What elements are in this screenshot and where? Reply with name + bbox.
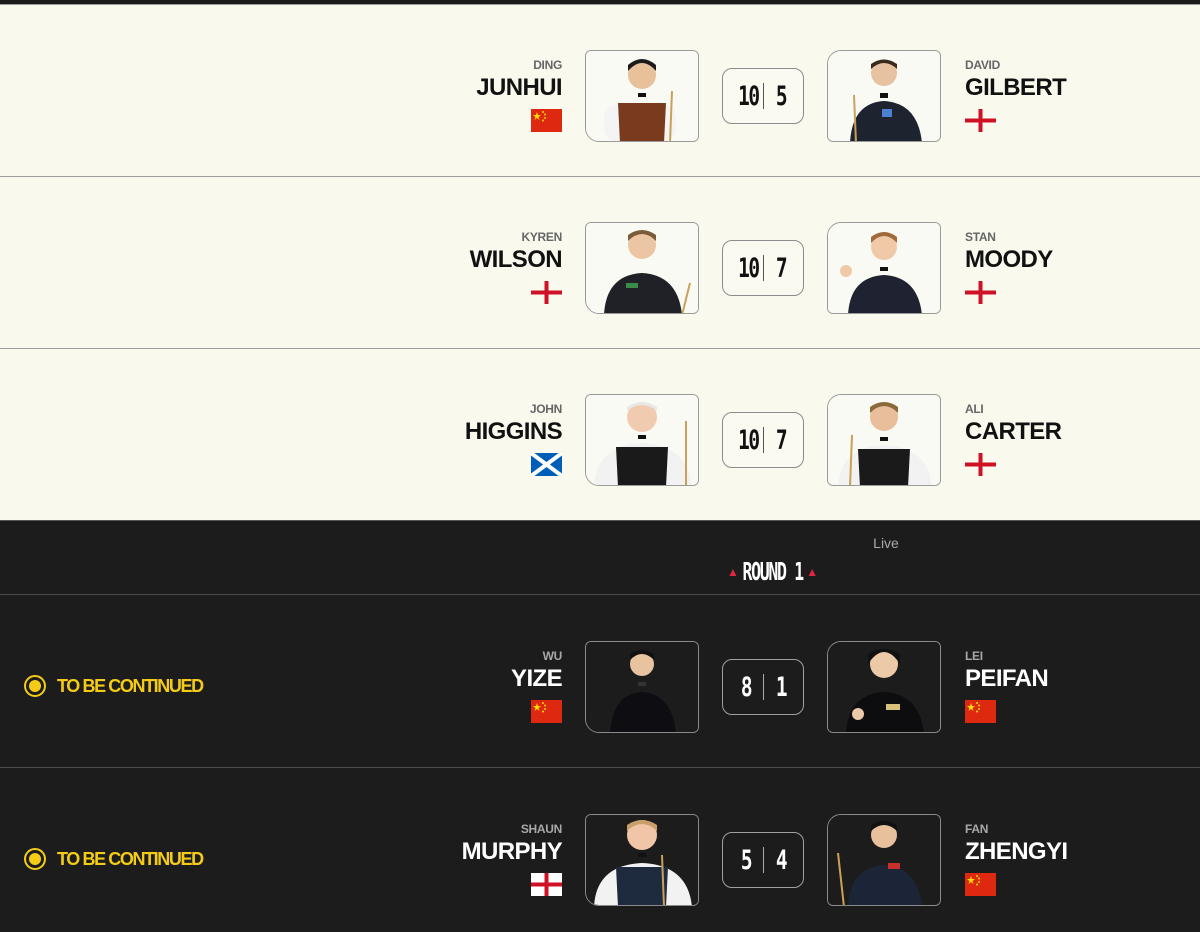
player-last-name: YIZE (511, 665, 563, 692)
status-dot-icon (24, 675, 46, 697)
round-title[interactable]: ▲ ROUND 1 ▲ (727, 557, 818, 586)
score-right: 5 (775, 80, 787, 112)
score-divider (762, 847, 764, 873)
player-left[interactable]: JOHN HIGGINS (464, 402, 563, 476)
player-last-name: ZHENGYI (965, 838, 1068, 865)
score-right: 4 (775, 844, 787, 876)
match-row[interactable]: JOHN HIGGINS 10 7 ALI CARTER (0, 348, 1200, 520)
score-left: 5 (740, 844, 752, 876)
player-first-name: WU (542, 649, 563, 663)
china-flag-icon (965, 873, 996, 896)
player-photo (827, 222, 941, 314)
match-row[interactable]: KYREN WILSON 10 7 STAN MOODY (0, 176, 1200, 348)
player-photo (827, 641, 941, 733)
score-divider (762, 83, 764, 109)
england-flag-icon (965, 453, 996, 476)
player-last-name: MURPHY (461, 838, 563, 865)
status-dot-icon (24, 848, 46, 870)
player-first-name: SHAUN (520, 822, 562, 836)
player-last-name: JUNHUI (476, 74, 562, 101)
player-photo (585, 394, 699, 486)
match-score: 8 1 (722, 659, 804, 715)
score-right: 1 (775, 671, 787, 703)
england-flag-icon (965, 281, 996, 304)
player-first-name: JOHN (529, 402, 562, 416)
player-first-name: DING (533, 58, 562, 72)
player-photo (827, 50, 941, 142)
match-score: 10 5 (722, 68, 804, 124)
player-first-name: ALI (965, 402, 984, 416)
player-right[interactable]: FAN ZHENGYI (965, 822, 1068, 896)
player-left[interactable]: SHAUN MURPHY (461, 822, 563, 896)
match-row[interactable]: TO BE CONTINUED WU YIZE 8 1 LEI PEIFAN (0, 594, 1200, 767)
round-label: ROUND 1 (742, 557, 804, 586)
player-right[interactable]: DAVID GILBERT (965, 58, 1067, 132)
player-first-name: KYREN (521, 230, 562, 244)
player-right[interactable]: ALI CARTER (965, 402, 1062, 476)
player-first-name: FAN (965, 822, 989, 836)
player-left[interactable]: DING JUNHUI (476, 58, 563, 132)
player-first-name: LEI (965, 649, 983, 663)
player-photo (827, 814, 941, 906)
match-score: 10 7 (722, 412, 804, 468)
player-last-name: GILBERT (965, 74, 1067, 101)
china-flag-icon (965, 700, 996, 723)
scotland-flag-icon (531, 453, 562, 476)
player-photo (585, 222, 699, 314)
player-last-name: HIGGINS (464, 418, 563, 445)
match-row[interactable]: TO BE CONTINUED SHAUN MURPHY 5 4 FAN ZHE… (0, 767, 1200, 932)
player-left[interactable]: WU YIZE (511, 649, 563, 723)
match-status: TO BE CONTINUED (24, 848, 204, 870)
player-last-name: CARTER (965, 418, 1062, 445)
score-left: 10 (737, 252, 760, 284)
score-divider (762, 674, 764, 700)
player-photo (827, 394, 941, 486)
player-first-name: DAVID (965, 58, 1000, 72)
score-right: 7 (775, 424, 787, 456)
score-divider (762, 255, 764, 281)
triangle-up-icon: ▲ (727, 564, 739, 579)
player-first-name: STAN (965, 230, 996, 244)
score-left: 10 (737, 424, 760, 456)
player-photo (585, 50, 699, 142)
match-score: 10 7 (722, 240, 804, 296)
score-right: 7 (775, 252, 787, 284)
player-last-name: MOODY (965, 246, 1053, 273)
player-right[interactable]: LEI PEIFAN (965, 649, 1049, 723)
england-flag-icon (965, 109, 996, 132)
status-label: TO BE CONTINUED (57, 848, 204, 869)
match-score: 5 4 (722, 832, 804, 888)
score-divider (762, 427, 764, 453)
player-right[interactable]: STAN MOODY (965, 230, 1053, 304)
live-status-label: Live (873, 535, 899, 551)
player-photo (585, 814, 699, 906)
player-last-name: WILSON (469, 246, 563, 273)
status-label: TO BE CONTINUED (57, 675, 204, 696)
player-last-name: PEIFAN (965, 665, 1049, 692)
round-header: Live ▲ ROUND 1 ▲ (0, 520, 1200, 594)
match-row[interactable]: DING JUNHUI 10 5 DAVID GILBERT (0, 4, 1200, 176)
england-flag-icon (531, 873, 562, 896)
china-flag-icon (531, 109, 562, 132)
england-flag-icon (531, 281, 562, 304)
score-left: 10 (737, 80, 760, 112)
match-status: TO BE CONTINUED (24, 675, 204, 697)
triangle-up-icon: ▲ (806, 564, 819, 579)
china-flag-icon (531, 700, 562, 723)
player-photo (585, 641, 699, 733)
player-left[interactable]: KYREN WILSON (469, 230, 563, 304)
score-left: 8 (740, 671, 752, 703)
